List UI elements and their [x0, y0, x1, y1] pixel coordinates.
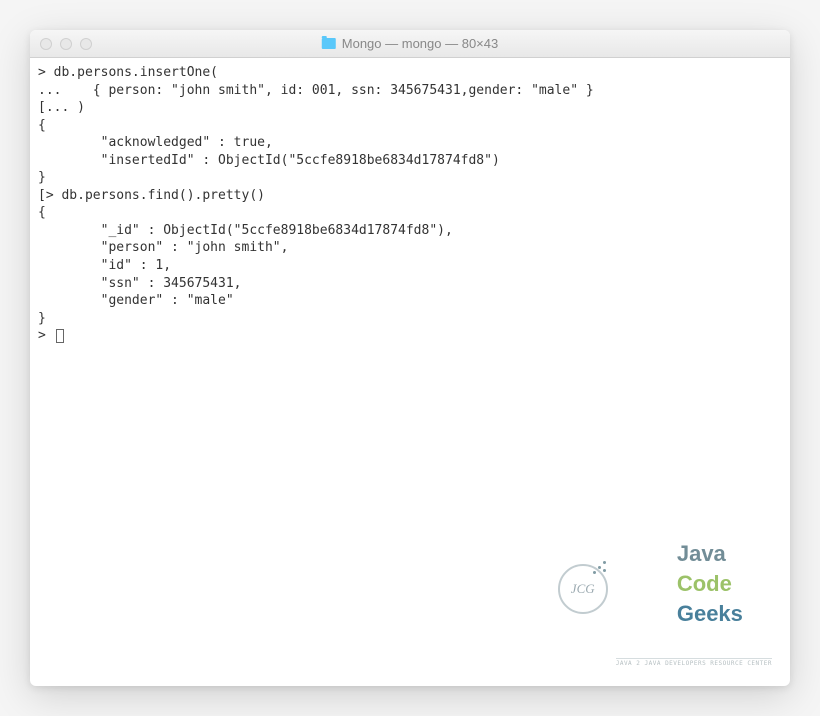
terminal-line: > db.persons.insertOne(: [38, 65, 218, 80]
terminal-line: [> db.persons.find().pretty(): [38, 188, 265, 203]
terminal-window: Mongo — mongo — 80×43 > db.persons.inser…: [30, 30, 790, 686]
watermark-text: Java Code Geeks Java 2 Java Developers R…: [616, 509, 772, 668]
folder-icon: [322, 38, 336, 49]
terminal-line: "ssn" : 345675431,: [38, 276, 242, 291]
window-title: Mongo — mongo — 80×43: [322, 36, 498, 51]
minimize-button[interactable]: [60, 38, 72, 50]
terminal-line: >: [38, 328, 54, 343]
watermark-logo: JCG Java Code Geeks Java 2 Java Develope…: [558, 509, 772, 668]
terminal-line: {: [38, 205, 46, 220]
cursor: [56, 329, 64, 343]
maximize-button[interactable]: [80, 38, 92, 50]
window-titlebar: Mongo — mongo — 80×43: [30, 30, 790, 58]
watermark-subtitle: Java 2 Java Developers Resource Center: [616, 658, 772, 668]
watermark-main: Java Code Geeks: [616, 509, 772, 657]
terminal-line: "insertedId" : ObjectId("5ccfe8918be6834…: [38, 153, 500, 168]
terminal-line: "id" : 1,: [38, 258, 171, 273]
terminal-line: "gender" : "male": [38, 293, 234, 308]
watermark-badge-text: JCG: [571, 580, 595, 598]
terminal-line: [... ): [38, 100, 85, 115]
watermark-code: Code: [677, 571, 732, 596]
terminal-line: "acknowledged" : true,: [38, 135, 273, 150]
traffic-lights: [40, 38, 92, 50]
watermark-geeks: Geeks: [677, 601, 743, 626]
terminal-line: "_id" : ObjectId("5ccfe8918be6834d17874f…: [38, 223, 453, 238]
watermark-badge: JCG: [558, 564, 608, 614]
watermark-dots-icon: [593, 561, 611, 579]
terminal-content[interactable]: > db.persons.insertOne( ... { person: "j…: [30, 58, 790, 686]
close-button[interactable]: [40, 38, 52, 50]
window-title-text: Mongo — mongo — 80×43: [342, 36, 498, 51]
terminal-line: }: [38, 311, 46, 326]
terminal-line: {: [38, 118, 46, 133]
watermark-java: Java: [677, 541, 726, 566]
terminal-line: "person" : "john smith",: [38, 240, 288, 255]
terminal-line: }: [38, 170, 46, 185]
terminal-line: ... { person: "john smith", id: 001, ssn…: [38, 83, 594, 98]
